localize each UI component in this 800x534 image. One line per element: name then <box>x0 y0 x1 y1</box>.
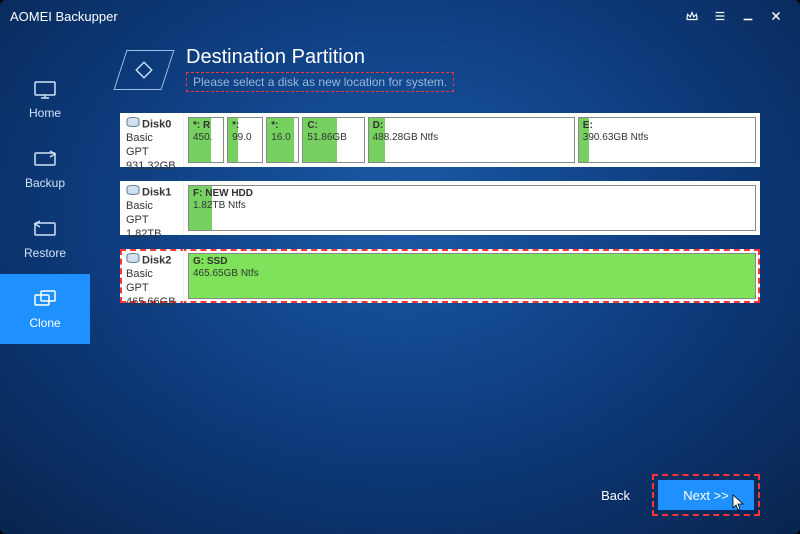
restore-icon <box>31 218 59 240</box>
partition[interactable]: *:16.0 <box>266 117 299 163</box>
partition[interactable]: D:488.28GB Ntfs <box>368 117 575 163</box>
disk-size: 1.82TB <box>126 228 177 242</box>
footer: Back Next >> <box>601 474 760 516</box>
partition[interactable]: E:390.63GB Ntfs <box>578 117 756 163</box>
partition-strip: *: R450.*:99.0*:16.0C:51.86GBD:488.28GB … <box>184 113 760 167</box>
sidebar-item-home[interactable]: Home <box>0 64 90 134</box>
disk-icon <box>126 253 140 268</box>
back-button[interactable]: Back <box>601 488 630 503</box>
titlebar: AOMEI Backupper <box>0 0 800 32</box>
app-title: AOMEI Backupper <box>10 9 118 24</box>
disk-icon <box>126 117 140 132</box>
disk-scheme: Basic GPT <box>126 268 177 296</box>
clone-icon <box>31 288 59 310</box>
partition-label: G: SSD <box>193 256 751 268</box>
disk-row[interactable]: Disk0Basic GPT931.32GB*: R450.*:99.0*:16… <box>120 113 760 167</box>
disk-scheme: Basic GPT <box>126 200 177 228</box>
partition-detail: 51.86GB <box>307 132 359 144</box>
partition-label: D: <box>373 120 570 132</box>
partition[interactable]: *:99.0 <box>227 117 263 163</box>
partition-detail: 390.63GB Ntfs <box>583 132 751 144</box>
partition-detail: 99.0 <box>232 132 258 144</box>
sidebar-item-backup[interactable]: Backup <box>0 134 90 204</box>
page-subtitle: Please select a disk as new location for… <box>186 72 454 92</box>
partition[interactable]: G: SSD465.65GB Ntfs <box>188 253 756 299</box>
minimize-icon[interactable] <box>734 2 762 30</box>
next-highlight: Next >> <box>652 474 760 516</box>
partition-strip: F: NEW HDD1.82TB Ntfs <box>184 181 760 235</box>
disk-row[interactable]: Disk1Basic GPT1.82TBF: NEW HDD1.82TB Ntf… <box>120 181 760 235</box>
partition[interactable]: C:51.86GB <box>302 117 364 163</box>
partition[interactable]: F: NEW HDD1.82TB Ntfs <box>188 185 756 231</box>
cursor-icon <box>732 494 746 512</box>
disk-icon <box>126 185 140 200</box>
partition-detail: 450. <box>193 132 219 144</box>
partition-detail: 488.28GB Ntfs <box>373 132 570 144</box>
disk-meta: Disk2Basic GPT465.66GB <box>120 249 184 303</box>
home-icon <box>31 78 59 100</box>
disk-list: Disk0Basic GPT931.32GB*: R450.*:99.0*:16… <box>120 113 760 303</box>
sidebar-item-restore[interactable]: Restore <box>0 204 90 274</box>
page-header: Destination Partition Please select a di… <box>120 46 760 91</box>
menu-icon[interactable] <box>706 2 734 30</box>
partition-label: *: <box>271 120 294 132</box>
disk-name: Disk2 <box>142 254 171 266</box>
close-icon[interactable] <box>762 2 790 30</box>
sidebar-item-clone[interactable]: Clone <box>0 274 90 344</box>
disk-name: Disk1 <box>142 186 171 198</box>
partition-detail: 16.0 <box>271 132 294 144</box>
partition-label: E: <box>583 120 751 132</box>
sidebar-item-label: Clone <box>29 316 60 330</box>
partition[interactable]: *: R450. <box>188 117 224 163</box>
disk-size: 465.66GB <box>126 296 177 310</box>
disk-row[interactable]: Disk2Basic GPT465.66GBG: SSD465.65GB Ntf… <box>120 249 760 303</box>
sidebar-item-label: Restore <box>24 246 66 260</box>
disk-scheme: Basic GPT <box>126 132 177 160</box>
partition-label: F: NEW HDD <box>193 188 751 200</box>
partition-label: *: R <box>193 120 219 132</box>
app-window: AOMEI Backupper Home <box>0 0 800 534</box>
page-title: Destination Partition <box>186 46 454 69</box>
sidebar-item-label: Backup <box>25 176 65 190</box>
partition-strip: G: SSD465.65GB Ntfs <box>184 249 760 303</box>
disk-meta: Disk0Basic GPT931.32GB <box>120 113 184 167</box>
partition-label: *: <box>232 120 258 132</box>
backup-icon <box>31 148 59 170</box>
destination-icon <box>114 50 175 90</box>
disk-meta: Disk1Basic GPT1.82TB <box>120 181 184 235</box>
next-button[interactable]: Next >> <box>658 480 754 510</box>
sidebar: Home Backup Restore Clone <box>0 32 90 534</box>
partition-detail: 1.82TB Ntfs <box>193 200 751 212</box>
main-panel: Destination Partition Please select a di… <box>90 32 800 534</box>
disk-name: Disk0 <box>142 118 171 130</box>
sidebar-item-label: Home <box>29 106 61 120</box>
partition-detail: 465.65GB Ntfs <box>193 268 751 280</box>
crown-icon[interactable] <box>678 2 706 30</box>
disk-size: 931.32GB <box>126 160 177 174</box>
partition-label: C: <box>307 120 359 132</box>
